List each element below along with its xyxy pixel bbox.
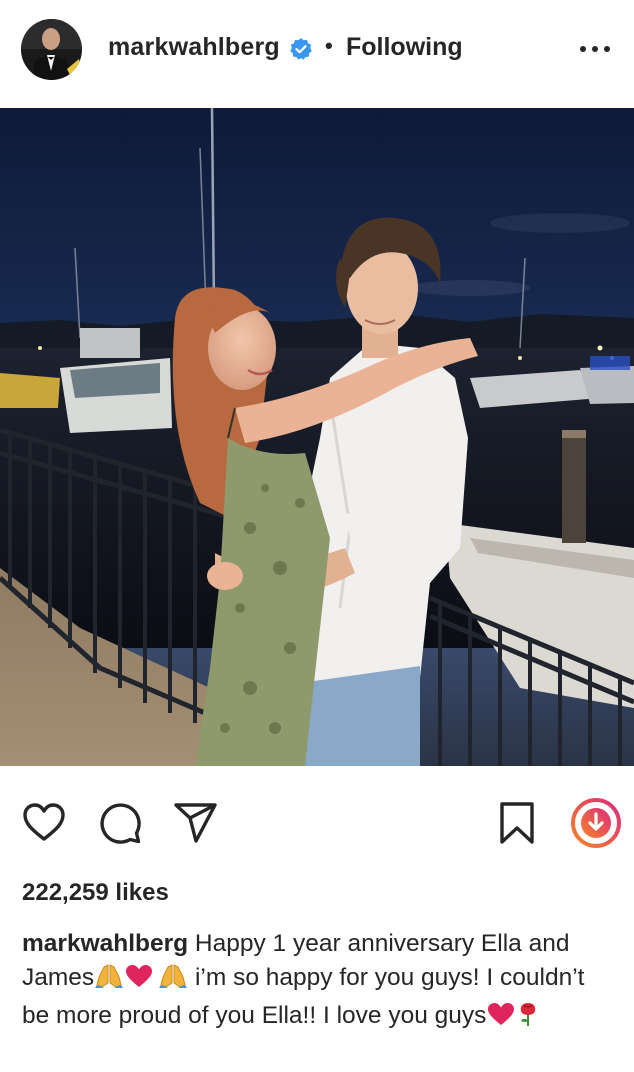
red-heart-icon [124, 963, 154, 999]
avatar[interactable] [21, 19, 82, 80]
folded-hands-icon [158, 963, 188, 999]
more-options-icon[interactable] [578, 34, 612, 64]
likes-count[interactable]: 222,259 likes [22, 879, 169, 907]
verified-badge-icon [289, 37, 313, 61]
comment-icon[interactable] [97, 800, 143, 846]
following-button[interactable]: Following [346, 33, 463, 62]
post-username[interactable]: markwahlberg [108, 33, 280, 62]
red-heart-icon [486, 1001, 516, 1037]
folded-hands-icon [94, 963, 124, 999]
post-action-bar [0, 766, 634, 876]
bookmark-icon[interactable] [494, 800, 540, 846]
caption-username[interactable]: markwahlberg [22, 930, 188, 957]
header-separator: • [325, 33, 333, 58]
paper-plane-icon[interactable] [173, 800, 219, 846]
rose-icon [516, 999, 540, 1037]
download-icon[interactable] [570, 797, 622, 849]
heart-icon[interactable] [21, 800, 67, 846]
post-caption: markwahlberg Happy 1 year anniversary El… [22, 927, 617, 1037]
post-header: markwahlberg • Following [0, 0, 634, 108]
post-image[interactable] [0, 108, 634, 766]
